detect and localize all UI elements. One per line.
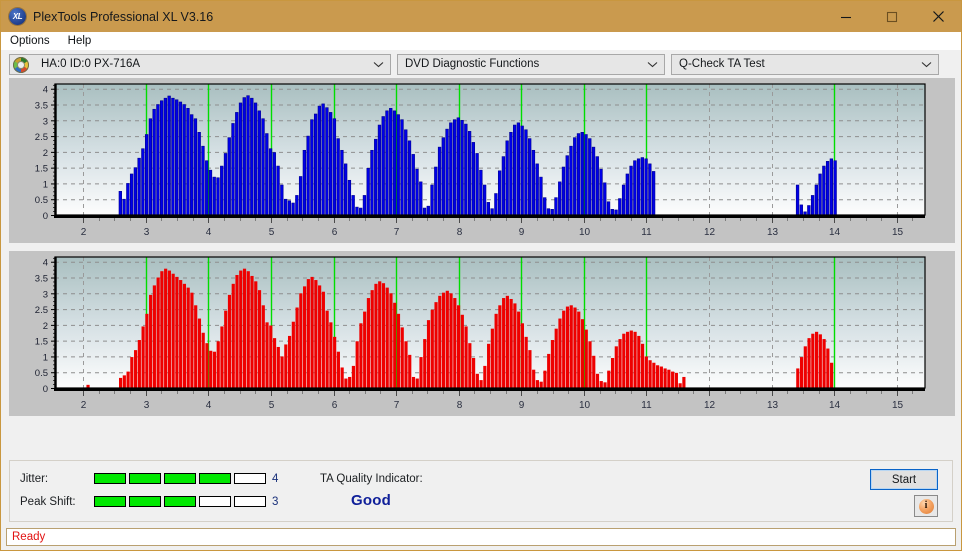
chevron-down-icon <box>373 55 384 74</box>
peak-shift-segment <box>94 496 126 507</box>
svg-text:9: 9 <box>519 227 525 238</box>
svg-text:6: 6 <box>332 227 338 238</box>
jitter-segment <box>199 473 231 484</box>
menu-item-help[interactable]: Help <box>66 34 94 48</box>
svg-text:13: 13 <box>767 400 779 411</box>
peak-shift-segment <box>164 496 196 507</box>
status-bar: Ready <box>6 528 956 546</box>
chevron-down-icon <box>921 55 932 74</box>
info-button[interactable]: i <box>914 495 938 517</box>
peak-shift-segment <box>234 496 266 507</box>
svg-text:3: 3 <box>43 289 48 300</box>
jitter-segment <box>94 473 126 484</box>
close-icon[interactable] <box>915 1 961 32</box>
svg-text:2: 2 <box>43 148 48 159</box>
results-panel: Jitter: 4 Peak Shift: 3 TA Quality Indic… <box>9 460 953 522</box>
drive-select[interactable]: HA:0 ID:0 PX-716A <box>9 53 391 75</box>
svg-text:3.5: 3.5 <box>35 274 48 285</box>
svg-text:1.5: 1.5 <box>35 164 48 175</box>
maximize-icon[interactable] <box>869 1 915 32</box>
svg-text:7: 7 <box>394 227 400 238</box>
svg-text:8: 8 <box>457 227 463 238</box>
svg-text:7: 7 <box>394 400 400 411</box>
jitter-value: 4 <box>272 473 279 485</box>
window-title: PlexTools Professional XL V3.16 <box>33 9 214 24</box>
menu-item-options[interactable]: Options <box>8 34 52 48</box>
peak-shift-label: Peak Shift: <box>20 496 76 508</box>
svg-text:15: 15 <box>892 227 904 238</box>
svg-text:4: 4 <box>43 85 48 96</box>
charts-area: 0 0.5 1 1.5 2 2.5 3 3.5 4 2 3 4 5 6 7 8 9 10 11 12 13 14 15 00… <box>1 78 961 416</box>
svg-text:2: 2 <box>81 400 87 411</box>
status-text: Ready <box>12 531 46 543</box>
jitter-segment <box>234 473 266 484</box>
peak-shift-value: 3 <box>272 496 279 508</box>
svg-text:1: 1 <box>43 352 48 363</box>
svg-text:10: 10 <box>579 227 591 238</box>
svg-text:3: 3 <box>43 116 48 127</box>
drive-select-value: HA:0 ID:0 PX-716A <box>41 58 141 70</box>
svg-text:3.5: 3.5 <box>35 101 48 112</box>
svg-text:5: 5 <box>269 400 275 411</box>
title-bar: XL PlexTools Professional XL V3.16 <box>1 1 961 32</box>
svg-text:4: 4 <box>206 227 212 238</box>
svg-text:1.5: 1.5 <box>35 337 48 348</box>
svg-text:3: 3 <box>144 227 150 238</box>
svg-text:14: 14 <box>829 227 841 238</box>
svg-text:0: 0 <box>43 384 48 395</box>
svg-text:2: 2 <box>43 321 48 332</box>
svg-text:6: 6 <box>332 400 338 411</box>
jitter-meter <box>94 473 266 484</box>
svg-text:10: 10 <box>579 400 591 411</box>
function-select-value: DVD Diagnostic Functions <box>405 58 540 70</box>
peak-shift-chart: 0 0.5 1 1.5 2 2.5 3 3.5 4 2 3 4 5 6 7 8 9 10 11 12 13 14 15 <box>9 251 955 416</box>
quality-value: Good <box>351 492 391 509</box>
svg-text:15: 15 <box>892 400 904 411</box>
app-icon: XL <box>9 8 26 25</box>
toolbar: HA:0 ID:0 PX-716A DVD Diagnostic Functio… <box>1 50 961 78</box>
svg-text:13: 13 <box>767 227 779 238</box>
function-select[interactable]: DVD Diagnostic Functions <box>397 53 665 75</box>
svg-text:4: 4 <box>206 400 212 411</box>
svg-text:1: 1 <box>43 179 48 190</box>
menu-bar: Options Help <box>1 32 961 50</box>
peak-shift-segment <box>129 496 161 507</box>
window-controls <box>823 1 961 32</box>
jitter-segment <box>164 473 196 484</box>
svg-text:0.5: 0.5 <box>35 195 48 206</box>
chevron-down-icon <box>647 55 658 74</box>
info-icon: i <box>918 498 934 514</box>
test-select[interactable]: Q-Check TA Test <box>671 53 939 75</box>
svg-text:0: 0 <box>43 211 48 222</box>
peak-shift-segment <box>199 496 231 507</box>
svg-text:11: 11 <box>641 400 652 411</box>
plextools-window: XL PlexTools Professional XL V3.16 Optio… <box>0 0 962 551</box>
svg-text:3: 3 <box>144 400 150 411</box>
svg-text:12: 12 <box>704 400 716 411</box>
peak-shift-chart-panel: 0 0.5 1 1.5 2 2.5 3 3.5 4 2 3 4 5 6 7 8 9 10 11 12 13 14 15 <box>9 251 955 416</box>
svg-text:2: 2 <box>81 227 87 238</box>
svg-text:4: 4 <box>43 258 48 269</box>
jitter-label: Jitter: <box>20 473 49 485</box>
quality-label: TA Quality Indicator: <box>320 473 423 485</box>
svg-text:2.5: 2.5 <box>35 132 48 143</box>
svg-text:12: 12 <box>704 227 716 238</box>
svg-text:0.5: 0.5 <box>35 368 48 379</box>
svg-text:2.5: 2.5 <box>35 305 48 316</box>
jitter-chart-panel: 0 0.5 1 1.5 2 2.5 3 3.5 4 2 3 4 5 6 7 8 9 10 11 12 13 14 15 <box>9 78 955 243</box>
test-select-value: Q-Check TA Test <box>679 58 765 70</box>
svg-text:11: 11 <box>641 227 652 238</box>
svg-text:8: 8 <box>457 400 463 411</box>
svg-text:5: 5 <box>269 227 275 238</box>
jitter-chart: 0 0.5 1 1.5 2 2.5 3 3.5 4 2 3 4 5 6 7 8 9 10 11 12 13 14 15 <box>9 78 955 243</box>
peak-shift-meter <box>94 496 266 507</box>
minimize-icon[interactable] <box>823 1 869 32</box>
disc-icon <box>13 56 29 73</box>
svg-text:9: 9 <box>519 400 525 411</box>
svg-text:14: 14 <box>829 400 841 411</box>
start-button[interactable]: Start <box>870 469 938 490</box>
jitter-segment <box>129 473 161 484</box>
